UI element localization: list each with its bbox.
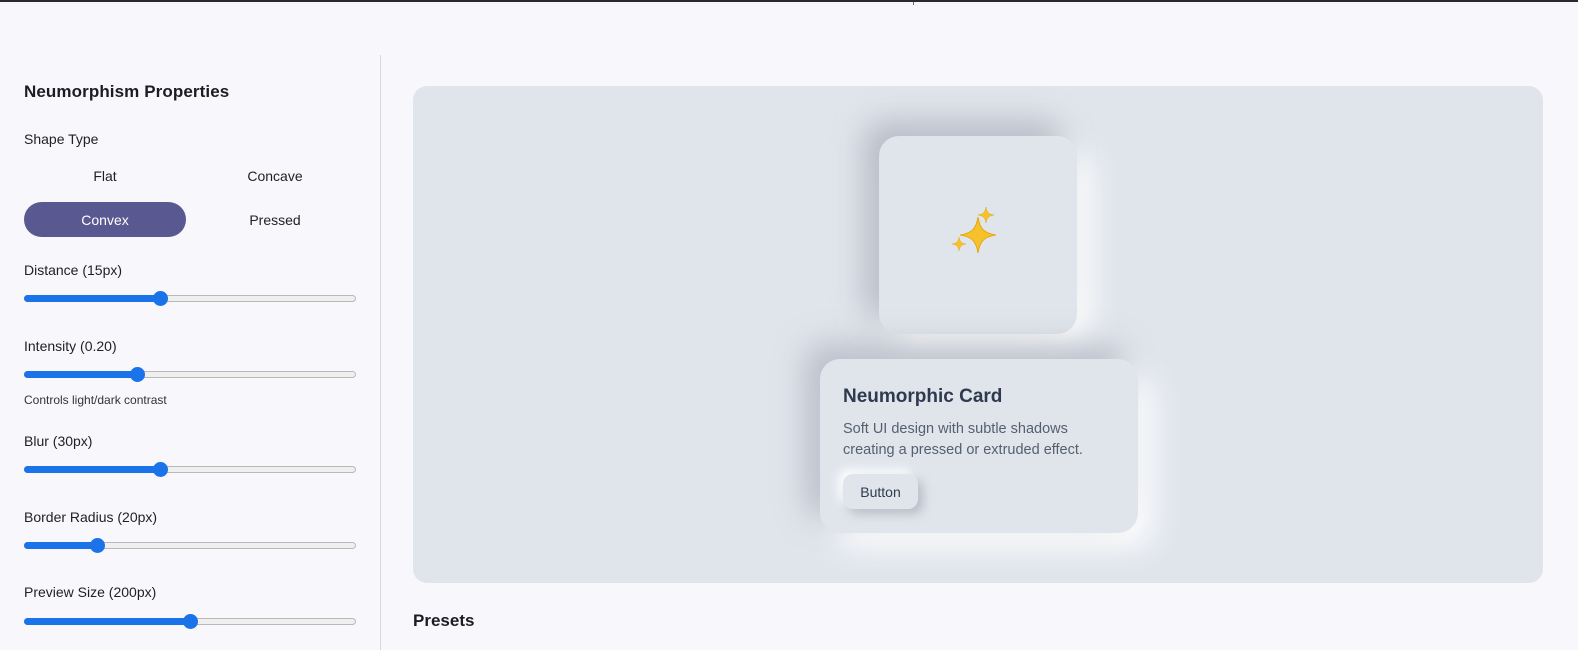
slider-fill [24,466,161,473]
distance-label: Distance (15px) [24,262,123,278]
top-border [0,0,1578,5]
slider-fill [24,371,137,378]
card-button[interactable]: Button [843,474,918,509]
intensity-label: Intensity (0.20) [24,338,117,354]
border-radius-label: Border Radius (20px) [24,509,158,525]
border-radius-slider[interactable] [24,538,356,553]
intensity-hint: Controls light/dark contrast [24,393,167,407]
distance-slider[interactable] [24,291,356,306]
slider-thumb[interactable] [129,367,145,382]
presets-heading: Presets [413,611,475,630]
slider-thumb[interactable] [90,538,106,553]
sparkle-small [952,237,966,251]
neumorphic-card: Neumorphic Card Soft UI design with subt… [820,359,1138,533]
shape-option-concave[interactable]: Concave [194,158,356,193]
preview-shape [879,136,1077,334]
shape-option-pressed[interactable]: Pressed [194,202,356,237]
slider-thumb[interactable] [183,614,198,629]
card-title: Neumorphic Card [843,386,1003,407]
shape-type-label: Shape Type [24,131,99,147]
panel-title: Neumorphism Properties [24,82,230,101]
preview-area: Neumorphic Card Soft UI design with subt… [413,86,1543,583]
slider-fill [24,542,98,549]
preview-size-slider[interactable] [24,614,356,629]
preview-size-label: Preview Size (200px) [24,584,157,600]
slider-fill [24,295,161,302]
shape-option-convex[interactable]: Convex [24,202,186,237]
blur-label: Blur (30px) [24,433,93,449]
blur-slider[interactable] [24,462,356,477]
sparkles-icon [952,207,1002,259]
sparkle-small [978,207,994,223]
intensity-slider[interactable] [24,367,356,382]
properties-panel: Neumorphism Properties Shape Type Flat C… [0,55,381,650]
slider-fill [24,618,190,625]
slider-thumb[interactable] [153,291,169,306]
card-description: Soft UI design with subtle shadows creat… [843,421,1083,458]
slider-thumb[interactable] [153,462,169,477]
top-border-tick [913,2,914,5]
shape-option-flat[interactable]: Flat [24,158,186,193]
